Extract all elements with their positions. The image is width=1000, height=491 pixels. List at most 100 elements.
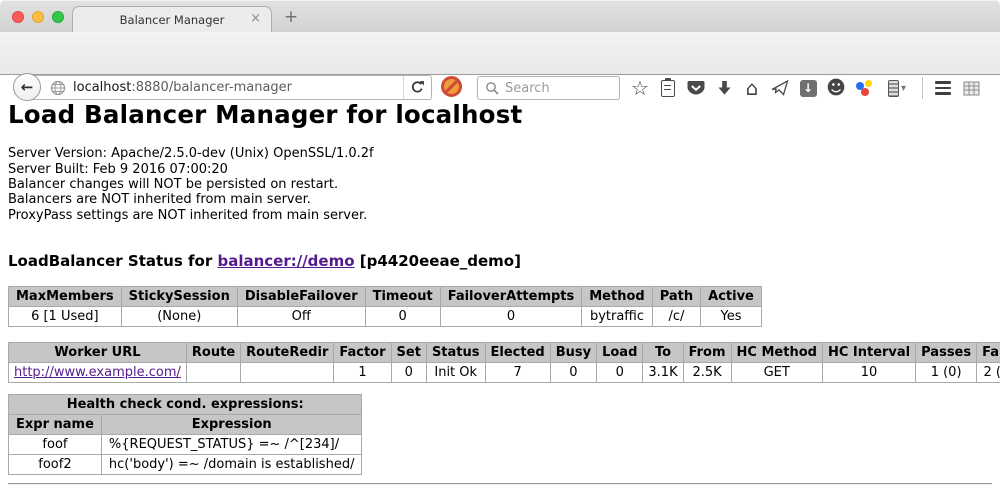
tab-close-icon[interactable]: × — [250, 11, 261, 26]
table-cell: 2.5K — [683, 363, 731, 383]
navigation-toolbar: ← localhost:8880/balancer-manager — [0, 32, 1000, 75]
search-input[interactable] — [505, 81, 605, 96]
table-cell: 7 — [485, 363, 550, 383]
column-header: Load — [597, 343, 643, 363]
column-header: Worker URL — [9, 343, 187, 363]
browser-window: Balancer Manager × + ← localhost:8880/ba… — [0, 0, 1000, 491]
down-arrow-icon: ↓ — [800, 80, 817, 97]
table-cell: 2 (0) — [977, 363, 1000, 383]
dropdown-caret-icon: ▾ — [901, 83, 906, 94]
battery-extension-icon[interactable]: ▾ — [880, 74, 914, 102]
table-cell — [186, 363, 240, 383]
column-header: RouteRedir — [241, 343, 334, 363]
worker-url-link[interactable]: http://www.example.com/ — [14, 365, 181, 380]
table-cell: 3.1K — [643, 363, 683, 383]
grid-extension-icon[interactable] — [959, 74, 983, 102]
column-header: StickySession — [121, 287, 237, 307]
balancer-demo-link[interactable]: balancer://demo — [217, 252, 354, 270]
column-header: HC Method — [731, 343, 822, 363]
column-header: FailoverAttempts — [440, 287, 582, 307]
table-cell: Off — [237, 307, 365, 327]
worker-url-cell: http://www.example.com/ — [9, 363, 187, 383]
column-header: Active — [701, 287, 762, 307]
persist-warning-line: Balancer changes will NOT be persisted o… — [8, 177, 992, 192]
column-header: Factor — [334, 343, 391, 363]
balancers-warning-line: Balancers are NOT inherited from main se… — [8, 192, 992, 207]
menu-hamburger-icon[interactable] — [931, 74, 955, 102]
column-header: Fails — [977, 343, 1000, 363]
server-built-line: Server Built: Feb 9 2016 07:00:20 — [8, 162, 992, 177]
pocket-icon[interactable] — [684, 74, 708, 102]
zoom-window-button[interactable] — [52, 11, 64, 23]
column-header: Path — [652, 287, 700, 307]
table-cell: 1 (0) — [916, 363, 977, 383]
search-icon — [485, 81, 499, 95]
status-heading-prefix: LoadBalancer Status for — [8, 252, 217, 270]
battery-icon — [888, 80, 899, 97]
table-cell: 0 — [391, 363, 426, 383]
minimize-window-button[interactable] — [32, 11, 44, 23]
globe-icon — [50, 80, 66, 96]
expr-name-cell: foof2 — [9, 455, 102, 475]
column-header: Passes — [916, 343, 977, 363]
page-content: Load Balancer Manager for localhost Serv… — [0, 75, 1000, 491]
toolbar-icons: ☆ ⌂ ↓ ☻ — [626, 72, 1000, 104]
table-cell: 1 — [334, 363, 391, 383]
colored-dots-extension-icon[interactable] — [852, 74, 876, 102]
download-helper-icon[interactable]: ↓ — [796, 74, 820, 102]
hamburger-icon — [935, 81, 951, 95]
column-header: Expression — [101, 415, 362, 435]
table-cell: 0 — [550, 363, 596, 383]
browser-tab[interactable]: Balancer Manager × — [72, 6, 272, 33]
table-cell: Init Ok — [426, 363, 485, 383]
table-row: 6 [1 Used] (None) Off 0 0 bytraffic /c/ … — [9, 307, 762, 327]
back-button[interactable]: ← — [13, 73, 41, 101]
search-bar[interactable] — [477, 76, 620, 100]
table-header-row: Worker URL Route RouteRedir Factor Set S… — [9, 343, 1000, 363]
url-bar[interactable]: localhost:8880/balancer-manager — [27, 75, 432, 100]
balancer-settings-table: MaxMembers StickySession DisableFailover… — [8, 286, 762, 327]
loadbalancer-status-heading: LoadBalancer Status for balancer://demo … — [8, 252, 992, 270]
window-controls — [12, 11, 64, 23]
close-window-button[interactable] — [12, 11, 24, 23]
table-cell: 0 — [597, 363, 643, 383]
url-host: localhost — [73, 80, 131, 95]
column-header: Elected — [485, 343, 550, 363]
bookmark-star-icon[interactable]: ☆ — [628, 74, 652, 102]
url-text: localhost:8880/balancer-manager — [73, 80, 403, 95]
downloads-icon[interactable] — [712, 74, 736, 102]
server-version-line: Server Version: Apache/2.5.0-dev (Unix) … — [8, 146, 992, 161]
column-header: MaxMembers — [9, 287, 122, 307]
column-header: Status — [426, 343, 485, 363]
column-header: Route — [186, 343, 240, 363]
table-cell: 0 — [365, 307, 440, 327]
status-heading-suffix: [p4420eeae_demo] — [355, 252, 521, 270]
home-icon[interactable]: ⌂ — [740, 74, 764, 102]
reload-button[interactable] — [403, 76, 431, 99]
block-plugin-icon[interactable] — [441, 76, 462, 97]
expression-cell: %{REQUEST_STATUS} =~ /^[234]/ — [101, 435, 362, 455]
proxypass-warning-line: ProxyPass settings are NOT inherited fro… — [8, 208, 992, 223]
tab-title: Balancer Manager — [120, 13, 225, 27]
dots-icon — [855, 79, 873, 97]
table-row: http://www.example.com/ 1 0 Init Ok 7 0 … — [9, 363, 1000, 383]
bookmarks-menu-icon[interactable] — [656, 74, 680, 102]
table-cell: bytraffic — [582, 307, 652, 327]
expression-cell: hc('body') =~ /domain is established/ — [101, 455, 362, 475]
expr-name-cell: foof — [9, 435, 102, 455]
chat-smiley-icon[interactable]: ☻ — [824, 74, 848, 102]
table-title-row: Health check cond. expressions: — [9, 395, 362, 415]
table-cell: 10 — [822, 363, 915, 383]
table-cell: (None) — [121, 307, 237, 327]
table-cell: 0 — [440, 307, 582, 327]
health-table-title: Health check cond. expressions: — [9, 395, 362, 415]
column-header: Busy — [550, 343, 596, 363]
send-tab-icon[interactable] — [768, 74, 792, 102]
column-header: Expr name — [9, 415, 102, 435]
table-row: foof2 hc('body') =~ /domain is establish… — [9, 455, 362, 475]
new-tab-button[interactable]: + — [280, 7, 302, 27]
table-cell: /c/ — [652, 307, 700, 327]
column-header: Method — [582, 287, 652, 307]
column-header: Set — [391, 343, 426, 363]
toolbar-separator — [922, 77, 923, 99]
